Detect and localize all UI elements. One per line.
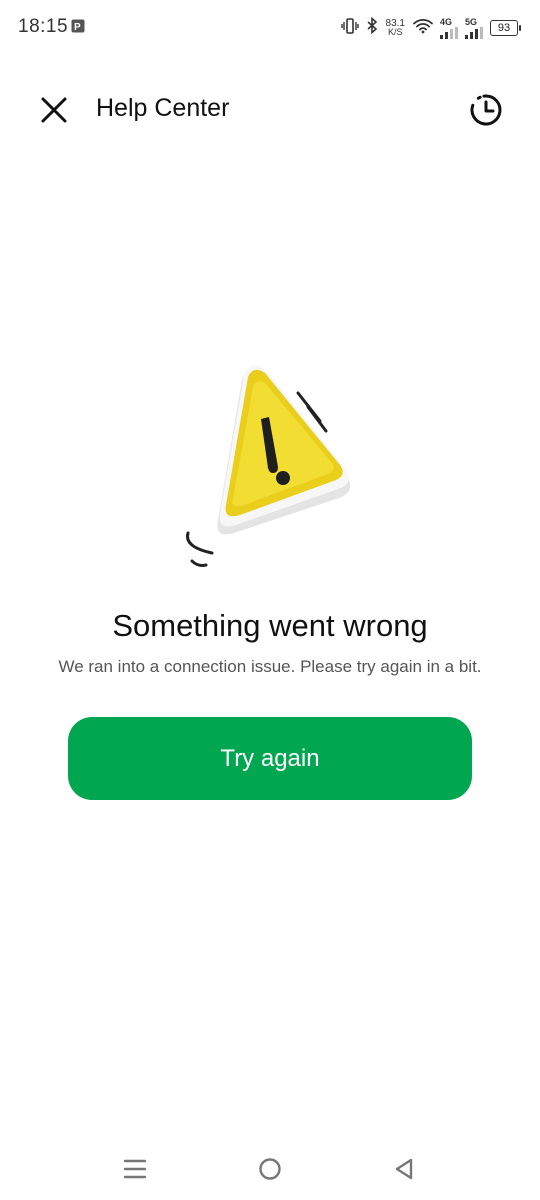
close-icon (41, 97, 67, 123)
page-title: Help Center (96, 94, 230, 122)
notification-app-icon: P (71, 19, 85, 38)
system-nav-bar (0, 1140, 540, 1200)
home-button[interactable] (255, 1154, 285, 1184)
bluetooth-icon (366, 16, 378, 39)
back-triangle-icon (395, 1158, 413, 1180)
app-header: Help Center (0, 80, 540, 138)
svg-text:P: P (74, 22, 81, 33)
recent-apps-button[interactable] (120, 1154, 150, 1184)
network-speed: 83.1 K/S (386, 19, 405, 37)
wifi-icon (413, 18, 433, 39)
menu-icon (123, 1159, 147, 1179)
warning-illustration (170, 355, 370, 580)
signal-sim2-icon: 5G (465, 17, 483, 39)
battery-icon: 93 (490, 20, 521, 36)
history-icon (470, 94, 502, 126)
error-title: Something went wrong (112, 608, 428, 643)
status-icons: 83.1 K/S 4G 5G 93 (340, 14, 521, 42)
warning-triangle-icon (186, 365, 351, 567)
home-circle-icon (259, 1158, 281, 1180)
sim2-network-label: 5G (465, 17, 478, 27)
signal-sim1-icon: 4G (440, 17, 458, 39)
try-again-button[interactable]: Try again (68, 717, 472, 800)
status-bar: 18:15 P 83.1 K/S 4G 5G 93 (0, 0, 540, 56)
network-speed-unit: K/S (388, 27, 403, 37)
close-button[interactable] (34, 90, 74, 130)
battery-level: 93 (497, 22, 511, 34)
sim1-network-label: 4G (440, 17, 453, 27)
status-time: 18:15 (18, 16, 69, 37)
back-button[interactable] (389, 1154, 419, 1184)
error-message: We ran into a connection issue. Please t… (58, 657, 482, 676)
vibrate-icon (340, 17, 359, 39)
try-again-label: Try again (220, 744, 320, 772)
history-button[interactable] (464, 88, 508, 132)
